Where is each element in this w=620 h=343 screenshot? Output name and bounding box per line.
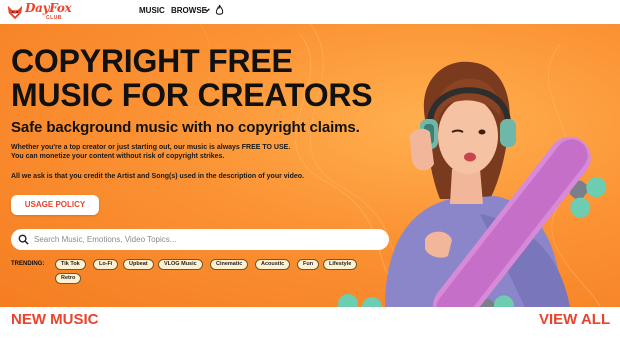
search-icon xyxy=(18,234,29,245)
trending-label: TRENDING: xyxy=(11,261,45,267)
trending-tag-acoustic[interactable]: Acoustic xyxy=(255,259,291,270)
chevron-down-icon[interactable] xyxy=(203,6,211,14)
logo[interactable]: DayFox CLUB xyxy=(6,1,72,23)
nav-browse[interactable]: BROWSE xyxy=(171,6,207,15)
search-input[interactable] xyxy=(34,232,379,247)
view-all-link[interactable]: VIEW ALL xyxy=(539,311,610,328)
nav-music[interactable]: MUSIC xyxy=(139,6,165,15)
trending-tag-lifestyle[interactable]: Lifestyle xyxy=(323,259,358,270)
hero-description-line2: You can monetize your content without ri… xyxy=(11,153,225,160)
flame-icon[interactable] xyxy=(215,4,224,16)
top-nav: DayFox CLUB MUSIC BROWSE xyxy=(0,0,620,24)
fox-logo-icon xyxy=(7,5,23,20)
logo-text: DayFox xyxy=(25,1,72,15)
trending-tag-retro[interactable]: Retro xyxy=(55,273,82,284)
trending-tag-vlog-music[interactable]: VLOG Music xyxy=(158,259,203,270)
usage-policy-button[interactable]: USAGE POLICY xyxy=(11,195,99,215)
hero-description-line1: Whether you're a top creator or just sta… xyxy=(11,144,291,151)
trending-tag-upbeat[interactable]: Upbeat xyxy=(123,259,154,270)
hero-subtitle: Safe background music with no copyright … xyxy=(11,119,360,136)
hero-title: COPYRIGHT FREE MUSIC FOR CREATORS xyxy=(11,43,373,113)
trending-tag-lo-fi[interactable]: Lo-Fi xyxy=(93,259,119,270)
trending-tag-tik-tok[interactable]: Tik Tok xyxy=(55,259,86,270)
hero-description-line3: All we ask is that you credit the Artist… xyxy=(11,173,305,180)
logo-subtext: CLUB xyxy=(46,15,62,21)
search-bar[interactable] xyxy=(11,229,389,250)
trending-tag-cinematic[interactable]: Cinematic xyxy=(210,259,249,270)
trending-tag-fun[interactable]: Fun xyxy=(297,259,320,270)
new-music-heading: NEW MUSIC xyxy=(11,311,99,328)
hero-banner: COPYRIGHT FREE MUSIC FOR CREATORS Safe b… xyxy=(0,24,620,307)
